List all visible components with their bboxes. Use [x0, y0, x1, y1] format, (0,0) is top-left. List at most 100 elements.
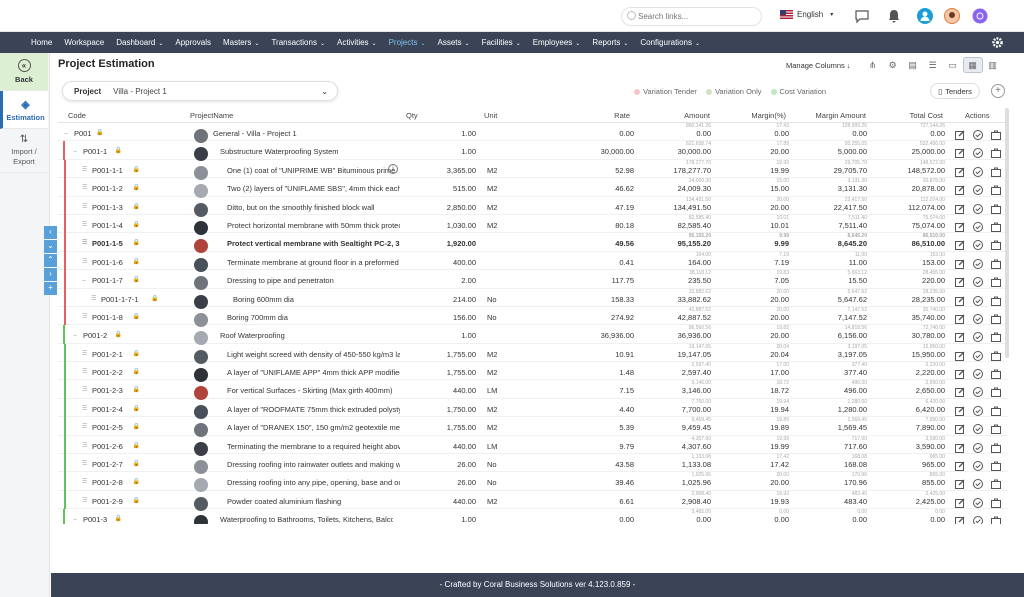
- briefcase-icon[interactable]: [990, 386, 1002, 398]
- edit-icon[interactable]: [954, 239, 966, 251]
- tree-toggle-icon[interactable]: ☰: [82, 203, 87, 210]
- row-project-name[interactable]: Waterproofing to Bathrooms, Toilets, Kit…: [220, 515, 393, 524]
- edit-icon[interactable]: [954, 147, 966, 159]
- col-total-cost[interactable]: Total Cost: [891, 111, 943, 120]
- row-project-name[interactable]: Roof Waterproofing: [220, 331, 393, 340]
- chevron-right-icon[interactable]: ›: [44, 268, 57, 281]
- ai-assistant-icon[interactable]: [972, 8, 988, 24]
- briefcase-icon[interactable]: [990, 368, 1002, 380]
- approve-icon[interactable]: [972, 460, 984, 472]
- tree-toggle-icon[interactable]: ☰: [82, 166, 87, 173]
- col-amount[interactable]: Amount: [660, 111, 710, 120]
- hierarchy-icon[interactable]: ⋔: [863, 57, 883, 73]
- row-project-name[interactable]: Terminate membrane at ground floor in a …: [227, 258, 400, 267]
- info-icon[interactable]: i: [388, 163, 398, 174]
- col-margin[interactable]: Margin(%): [736, 111, 786, 120]
- row-project-name[interactable]: Protect horizontal membrane with 50mm th…: [227, 221, 400, 230]
- table-row[interactable]: ☰ P001-2-5 🔒 A layer of "DRANEX 150", 150 g…: [58, 417, 1008, 438]
- edit-icon[interactable]: [954, 221, 966, 233]
- user-avatar-icon[interactable]: [917, 8, 933, 24]
- chevron-left-icon[interactable]: ‹: [44, 226, 57, 239]
- row-project-name[interactable]: Ditto, but on the smoothly finished bloc…: [227, 203, 400, 212]
- row-project-name[interactable]: Substructure Waterproofing System: [220, 147, 393, 156]
- nav-item-workspace[interactable]: Workspace: [64, 38, 104, 47]
- edit-icon[interactable]: [954, 350, 966, 362]
- document-icon[interactable]: ▤: [903, 57, 923, 73]
- tree-toggle-icon[interactable]: ☰: [82, 460, 87, 467]
- tree-toggle-icon[interactable]: ☰: [82, 221, 87, 228]
- tree-toggle-icon[interactable]: ☰: [82, 350, 87, 357]
- nav-item-approvals[interactable]: Approvals: [175, 38, 211, 47]
- bell-icon[interactable]: [886, 8, 902, 24]
- nav-item-facilities[interactable]: Facilities ⌄: [482, 38, 521, 47]
- approve-icon[interactable]: [972, 295, 984, 307]
- search-input[interactable]: [621, 7, 762, 26]
- briefcase-icon[interactable]: [990, 147, 1002, 159]
- edit-icon[interactable]: [954, 331, 966, 343]
- nav-item-home[interactable]: Home: [31, 38, 52, 47]
- approve-icon[interactable]: [972, 221, 984, 233]
- table-row[interactable]: ☰ P001-2-3 🔒 For vertical Surfaces - Skirti…: [58, 380, 1008, 401]
- col-margin-amount[interactable]: Margin Amount: [808, 111, 866, 120]
- nav-item-employees[interactable]: Employees ⌄: [533, 38, 581, 47]
- edit-icon[interactable]: [954, 184, 966, 196]
- briefcase-icon[interactable]: [990, 184, 1002, 196]
- profile-photo-icon[interactable]: [944, 8, 960, 24]
- briefcase-icon[interactable]: [990, 221, 1002, 233]
- briefcase-icon[interactable]: [990, 405, 1002, 417]
- table-row[interactable]: − P001-3 🔒 Waterproofing to Bathrooms, Toil…: [58, 509, 1008, 524]
- briefcase-icon[interactable]: [990, 258, 1002, 270]
- briefcase-icon[interactable]: [990, 460, 1002, 472]
- table-view-icon[interactable]: ▥: [983, 57, 1003, 73]
- nav-item-reports[interactable]: Reports ⌄: [592, 38, 628, 47]
- chevron-down-icon[interactable]: ⌄: [44, 240, 57, 253]
- briefcase-icon[interactable]: [990, 295, 1002, 307]
- row-project-name[interactable]: Dressing roofing into any pipe, opening,…: [227, 478, 400, 487]
- briefcase-icon[interactable]: [990, 166, 1002, 178]
- chevron-up-icon[interactable]: ⌃: [44, 254, 57, 267]
- edit-icon[interactable]: [954, 258, 966, 270]
- tree-toggle-icon[interactable]: ☰: [82, 405, 87, 412]
- table-row[interactable]: ☰ P001-2-9 🔒 Powder coated aluminium flashi…: [58, 490, 1008, 511]
- table-row[interactable]: − P001-2 🔒 Roof Waterproofing 1.00 36,936.00 8…: [58, 325, 1008, 346]
- briefcase-icon[interactable]: [990, 331, 1002, 343]
- tree-toggle-icon[interactable]: ☰: [82, 497, 87, 504]
- sidebar-item-estimation[interactable]: ◈ Estimation: [0, 91, 48, 129]
- edit-icon[interactable]: [954, 442, 966, 454]
- col-unit[interactable]: Unit: [484, 111, 497, 120]
- nav-item-masters[interactable]: Masters ⌄: [223, 38, 259, 47]
- image-icon[interactable]: ▭: [943, 57, 963, 73]
- tenders-button[interactable]: ▯ Tenders: [930, 83, 980, 99]
- tree-toggle-icon[interactable]: −: [73, 515, 77, 524]
- approve-icon[interactable]: [972, 203, 984, 215]
- edit-icon[interactable]: [954, 497, 966, 509]
- table-row[interactable]: ☰ P001-1-2 🔒 Two (2) layers of "UNIFLAME SB…: [58, 178, 1008, 199]
- edit-icon[interactable]: [954, 129, 966, 141]
- row-project-name[interactable]: Dressing to pipe and penetraton: [227, 276, 400, 285]
- table-row[interactable]: ☰ P001-2-2 🔒 A layer of "UNIFLAME APP" 4mm …: [58, 362, 1008, 383]
- row-project-name[interactable]: General - Villa - Project 1: [213, 129, 386, 138]
- row-project-name[interactable]: Terminating the membrane to a required h…: [227, 442, 400, 451]
- row-project-name[interactable]: A layer of "ROOFMATE 75mm thick extruded…: [227, 405, 400, 414]
- manage-columns-button[interactable]: Manage Columns ↓: [786, 61, 851, 70]
- tree-toggle-icon[interactable]: −: [82, 276, 86, 285]
- nav-item-projects[interactable]: Projects ⌄: [389, 38, 426, 47]
- row-project-name[interactable]: A layer of "UNIFLAME APP" 4mm thick APP …: [227, 368, 400, 377]
- approve-icon[interactable]: [972, 258, 984, 270]
- settings-icon[interactable]: ⚙: [883, 57, 903, 73]
- row-project-name[interactable]: Boring 700mm dia: [227, 313, 400, 322]
- sidebar-item-import-export[interactable]: ⇅ Import / Export: [0, 129, 48, 173]
- list-icon[interactable]: ☰: [923, 57, 943, 73]
- edit-icon[interactable]: [954, 515, 966, 524]
- nav-item-configurations[interactable]: Configurations ⌄: [640, 38, 700, 47]
- row-project-name[interactable]: For vertical Surfaces - Skirting (Max gi…: [227, 386, 400, 395]
- back-button[interactable]: « Back: [0, 53, 48, 91]
- approve-icon[interactable]: [972, 184, 984, 196]
- edit-icon[interactable]: [954, 386, 966, 398]
- table-row[interactable]: − P001 🔒 General - Villa - Project 1 1.00 0.0…: [58, 123, 1008, 143]
- table-row[interactable]: ☰ P001-1-3 🔒 Ditto, but on the smoothly fin…: [58, 196, 1008, 217]
- edit-icon[interactable]: [954, 313, 966, 325]
- table-row[interactable]: ☰ P001-1-8 🔒 Boring 700mm dia 156.00 No 274.92…: [58, 306, 1008, 327]
- table-row[interactable]: ☰ P001-1-4 🔒 Protect horizontal membrane wi…: [58, 214, 1008, 235]
- approve-icon[interactable]: [972, 166, 984, 178]
